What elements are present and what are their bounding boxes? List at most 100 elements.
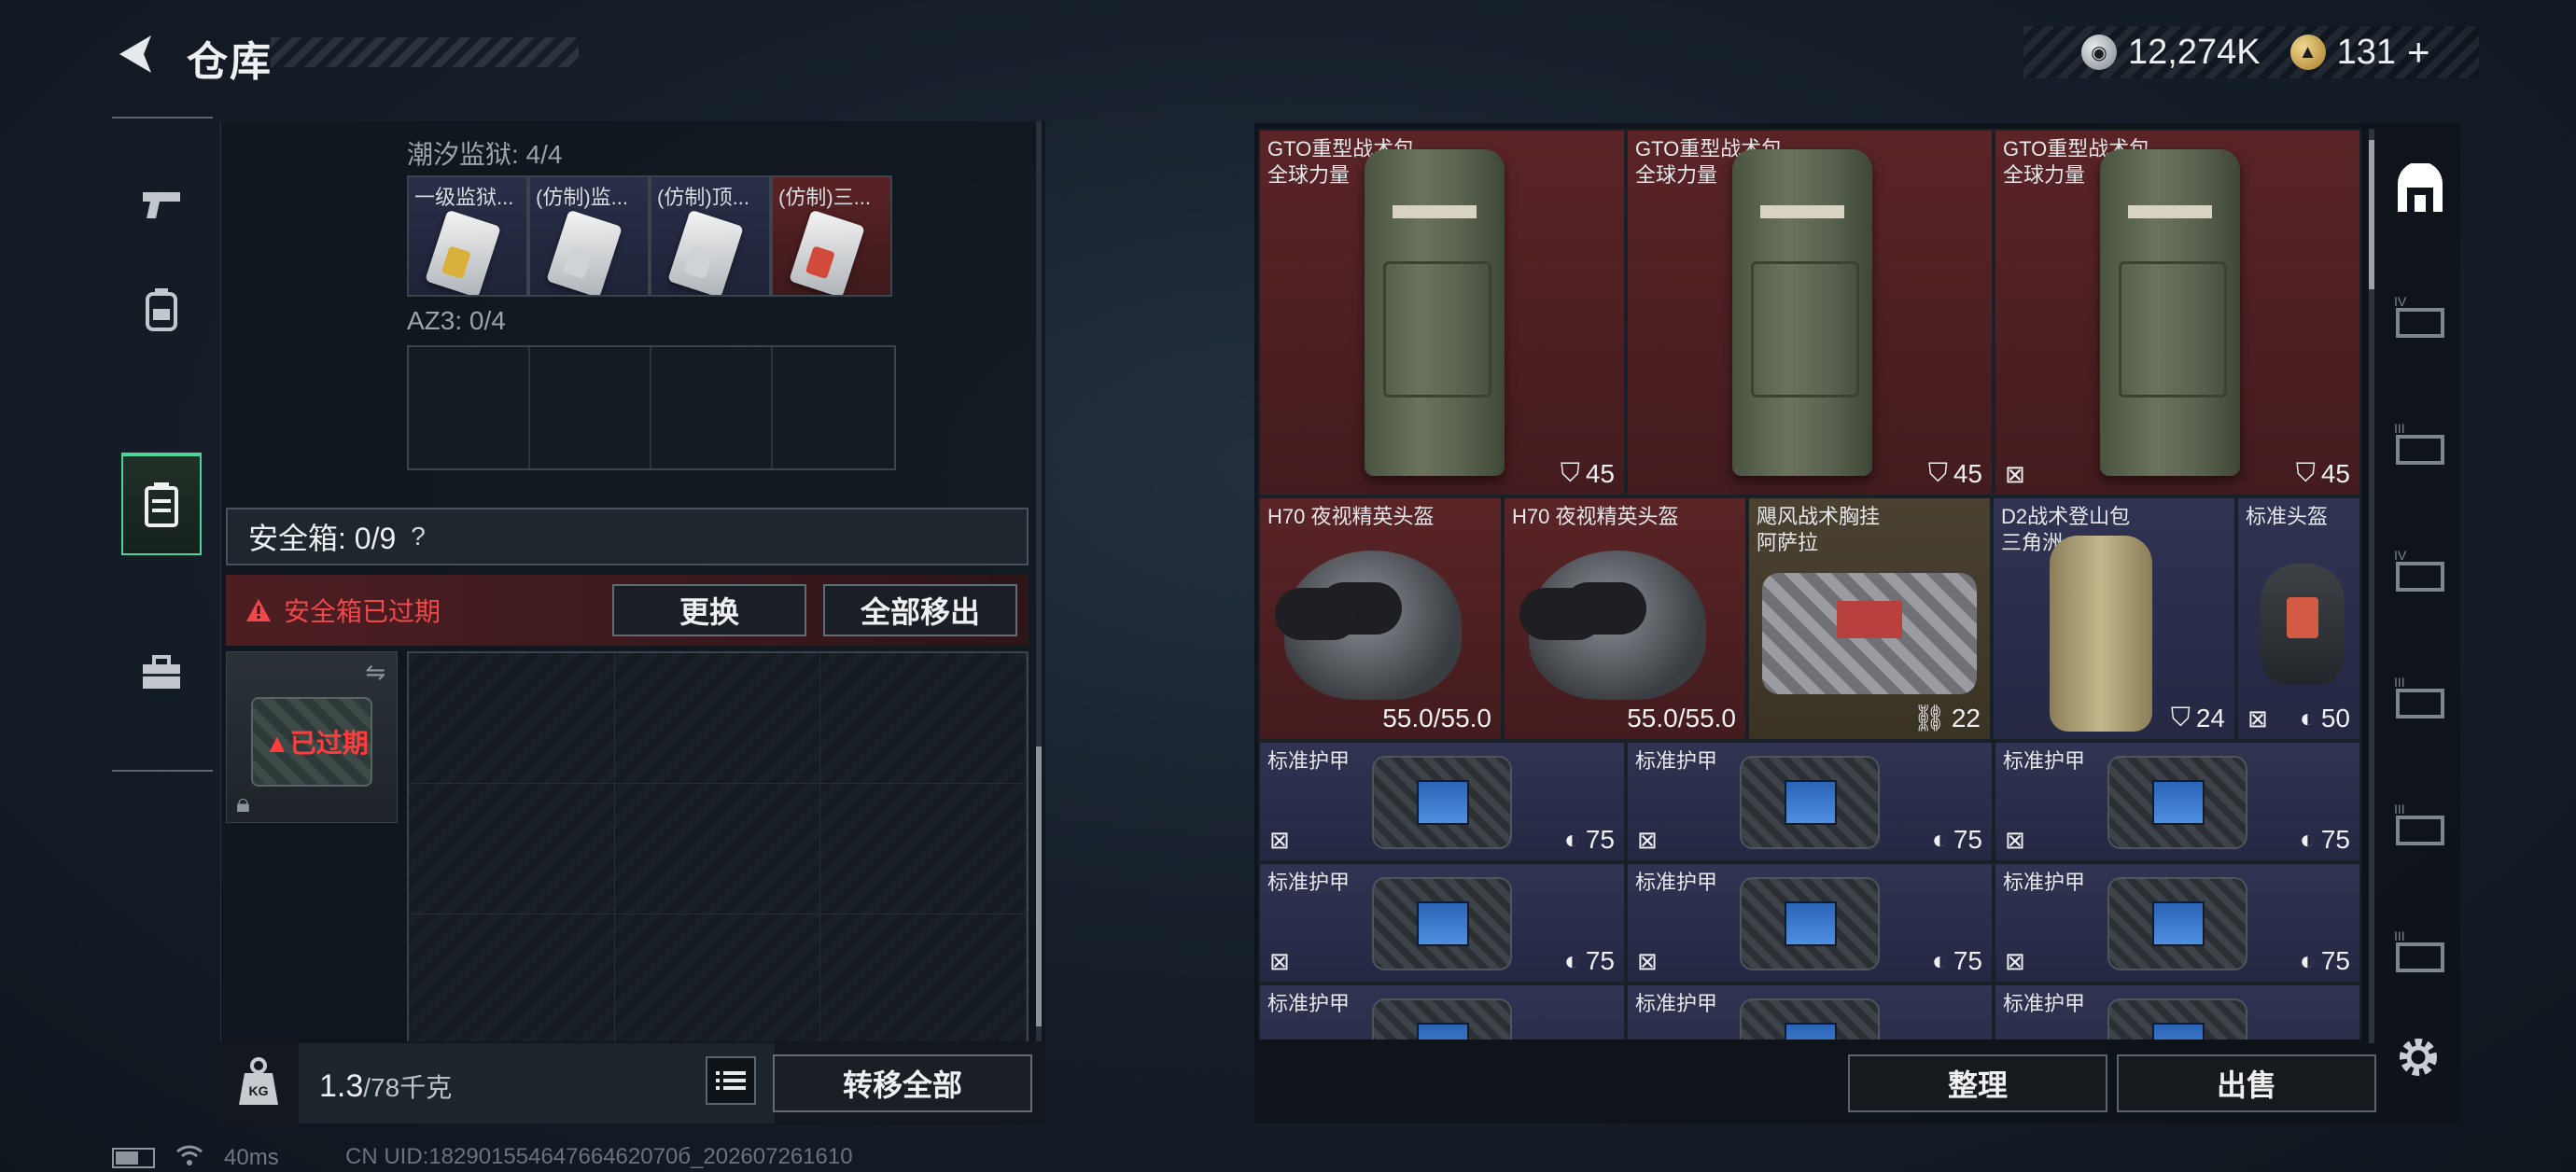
prison-section-label: 潮汐监狱: 4/4: [407, 140, 563, 169]
empty-slot[interactable]: [614, 653, 821, 784]
settings-gear-icon[interactable]: [2395, 1034, 2442, 1081]
armor-image: [2107, 756, 2247, 849]
backpack-image: [1732, 149, 1872, 476]
help-icon[interactable]: ?: [411, 522, 426, 551]
inventory-item[interactable]: D2战术登山包 三角洲 ⛉ 24: [1992, 496, 2236, 741]
storage-tab-3b[interactable]: III: [2389, 666, 2451, 728]
storage-tab-3a[interactable]: III: [2389, 412, 2451, 474]
empty-slot[interactable]: [409, 653, 615, 784]
storage-tab-all[interactable]: [2389, 160, 2451, 222]
lock-icon: 🔒︎: [236, 788, 250, 817]
inventory-item[interactable]: 飓风战术胸挂 阿萨拉 ⛓ 22: [1747, 496, 1992, 741]
transfer-all-button[interactable]: 转移全部: [773, 1054, 1032, 1112]
backpack-icon: [146, 288, 177, 331]
empty-slot[interactable]: [409, 914, 615, 1045]
empty-slot[interactable]: [409, 347, 530, 468]
storage-tab-4[interactable]: IV: [2389, 286, 2451, 347]
armor-image: [1740, 756, 1880, 849]
empty-slot[interactable]: [614, 914, 821, 1045]
durability-icon: ◐: [1931, 946, 1948, 975]
no-insurance-icon: ⊠: [1269, 947, 1290, 975]
no-insurance-icon: ⊠: [1637, 826, 1658, 854]
empty-slot[interactable]: [651, 347, 773, 468]
empty-slot[interactable]: [409, 784, 615, 914]
az3-key-slots: [407, 345, 896, 470]
inventory-item[interactable]: 标准护甲 ⊠ ◐ 75: [1994, 741, 2361, 862]
user-uid: CN UID:18290155464766462070б_20260726161…: [345, 1144, 853, 1169]
durability-icon: ◐: [2299, 825, 2316, 854]
title-decoration: [271, 37, 579, 67]
key-slot[interactable]: (仿制)顶...: [650, 175, 771, 297]
empty-slot[interactable]: [820, 784, 1027, 914]
svg-text:III: III: [2394, 675, 2405, 690]
wifi-icon: [175, 1144, 203, 1172]
inventory-item[interactable]: H70 夜视精英头盔 55.0/55.0: [1258, 496, 1503, 741]
inventory-item[interactable]: GTO重型战术包 全球力量 ⊠ ⛉ 45: [1994, 129, 2361, 496]
nav-safebox[interactable]: [121, 453, 202, 555]
inventory-item[interactable]: 标准护甲: [1626, 984, 1994, 1039]
inventory-scrollbar-thumb[interactable]: [2369, 140, 2374, 289]
inventory-item[interactable]: GTO重型战术包 全球力量 ⛉ 45: [1258, 129, 1626, 496]
svg-text:KG: KG: [249, 1083, 269, 1098]
nav-equipment[interactable]: [121, 258, 202, 361]
storage-box-icon: IV: [2394, 294, 2444, 338]
safebox-item[interactable]: ▲已过期 🔒︎ ⇋: [226, 651, 398, 823]
swap-icon[interactable]: ⇋: [365, 658, 385, 687]
safebox-grid: [407, 651, 1029, 1047]
night-vision-helmet-image: [1519, 551, 1706, 700]
capacity-icon: ⛉: [1927, 458, 1948, 487]
sell-button[interactable]: 出售: [2117, 1054, 2376, 1112]
left-scrollbar-thumb[interactable]: [1036, 746, 1042, 1026]
keycard-icon: [789, 209, 865, 295]
empty-slot[interactable]: [530, 347, 651, 468]
list-view-button[interactable]: [706, 1056, 756, 1105]
silver-coin-icon: ◉: [2081, 35, 2117, 70]
inventory-item[interactable]: 标准护甲 ⊠ ◐ 75: [1994, 862, 2361, 984]
warning-icon: [246, 599, 271, 621]
sort-button[interactable]: 整理: [1848, 1054, 2107, 1112]
inventory-item[interactable]: 标准护甲: [1258, 984, 1626, 1039]
ping-value: 40ms: [224, 1145, 279, 1170]
safebox-icon: [145, 482, 178, 527]
storage-tab-3d[interactable]: III: [2389, 920, 2451, 982]
storage-tab-rail: IV III IV III III III: [2376, 123, 2460, 1038]
list-icon: [716, 1071, 746, 1090]
move-all-out-button[interactable]: 全部移出: [823, 584, 1017, 636]
svg-text:III: III: [2394, 802, 2405, 816]
gold-currency-value: 131: [2336, 32, 2396, 72]
replace-button[interactable]: 更换: [612, 584, 806, 636]
storage-tab-3c[interactable]: III: [2389, 793, 2451, 855]
safebox-capacity: 安全箱: 0/9: [248, 522, 397, 555]
key-slot[interactable]: (仿制)监...: [528, 175, 650, 297]
empty-slot[interactable]: [773, 347, 894, 468]
inventory-item[interactable]: 标准护甲 ⊠ ◐ 75: [1626, 741, 1994, 862]
prison-key-slots: 一级监狱... (仿制)监... (仿制)顶... (仿制)三...: [407, 175, 892, 297]
add-currency-button[interactable]: +: [2407, 30, 2430, 75]
storage-box-icon: III: [2394, 675, 2444, 719]
storage-tab-4b[interactable]: IV: [2389, 539, 2451, 601]
back-icon[interactable]: [110, 28, 162, 80]
az3-section-label: AZ3: 0/4: [407, 306, 506, 335]
inventory-item[interactable]: 标准护甲 ⊠ ◐ 75: [1626, 862, 1994, 984]
nav-weapons[interactable]: [121, 154, 202, 257]
empty-slot[interactable]: [820, 653, 1027, 784]
night-vision-helmet-image: [1275, 551, 1462, 700]
inventory-item[interactable]: H70 夜视精英头盔 55.0/55.0: [1503, 496, 1747, 741]
currency-bar: ◉ 12,274K ▲ 131 +: [2023, 26, 2479, 78]
empty-slot[interactable]: [614, 784, 821, 914]
current-weight: 1.3: [319, 1068, 364, 1104]
key-slot[interactable]: 一级监狱...: [407, 175, 528, 297]
inventory-item[interactable]: 标准护甲 ⊠ ◐ 75: [1258, 741, 1626, 862]
inventory-item[interactable]: 标准护甲 ⊠ ◐ 75: [1258, 862, 1626, 984]
inventory-item[interactable]: 标准护甲: [1994, 984, 2361, 1039]
armor-image: [1372, 877, 1512, 970]
page-title: 仓库: [187, 39, 273, 85]
svg-text:IV: IV: [2394, 294, 2407, 309]
silver-currency-value: 12,274K: [2128, 32, 2261, 72]
nav-toolbox[interactable]: [121, 622, 202, 725]
inventory-item[interactable]: GTO重型战术包 全球力量 ⛉ 45: [1626, 129, 1994, 496]
empty-slot[interactable]: [820, 914, 1027, 1045]
inventory-item[interactable]: 标准头盔 ⊠ ◐ 50: [2236, 496, 2361, 741]
system-status: 40ms: [112, 1144, 279, 1172]
key-slot[interactable]: (仿制)三...: [771, 175, 892, 297]
